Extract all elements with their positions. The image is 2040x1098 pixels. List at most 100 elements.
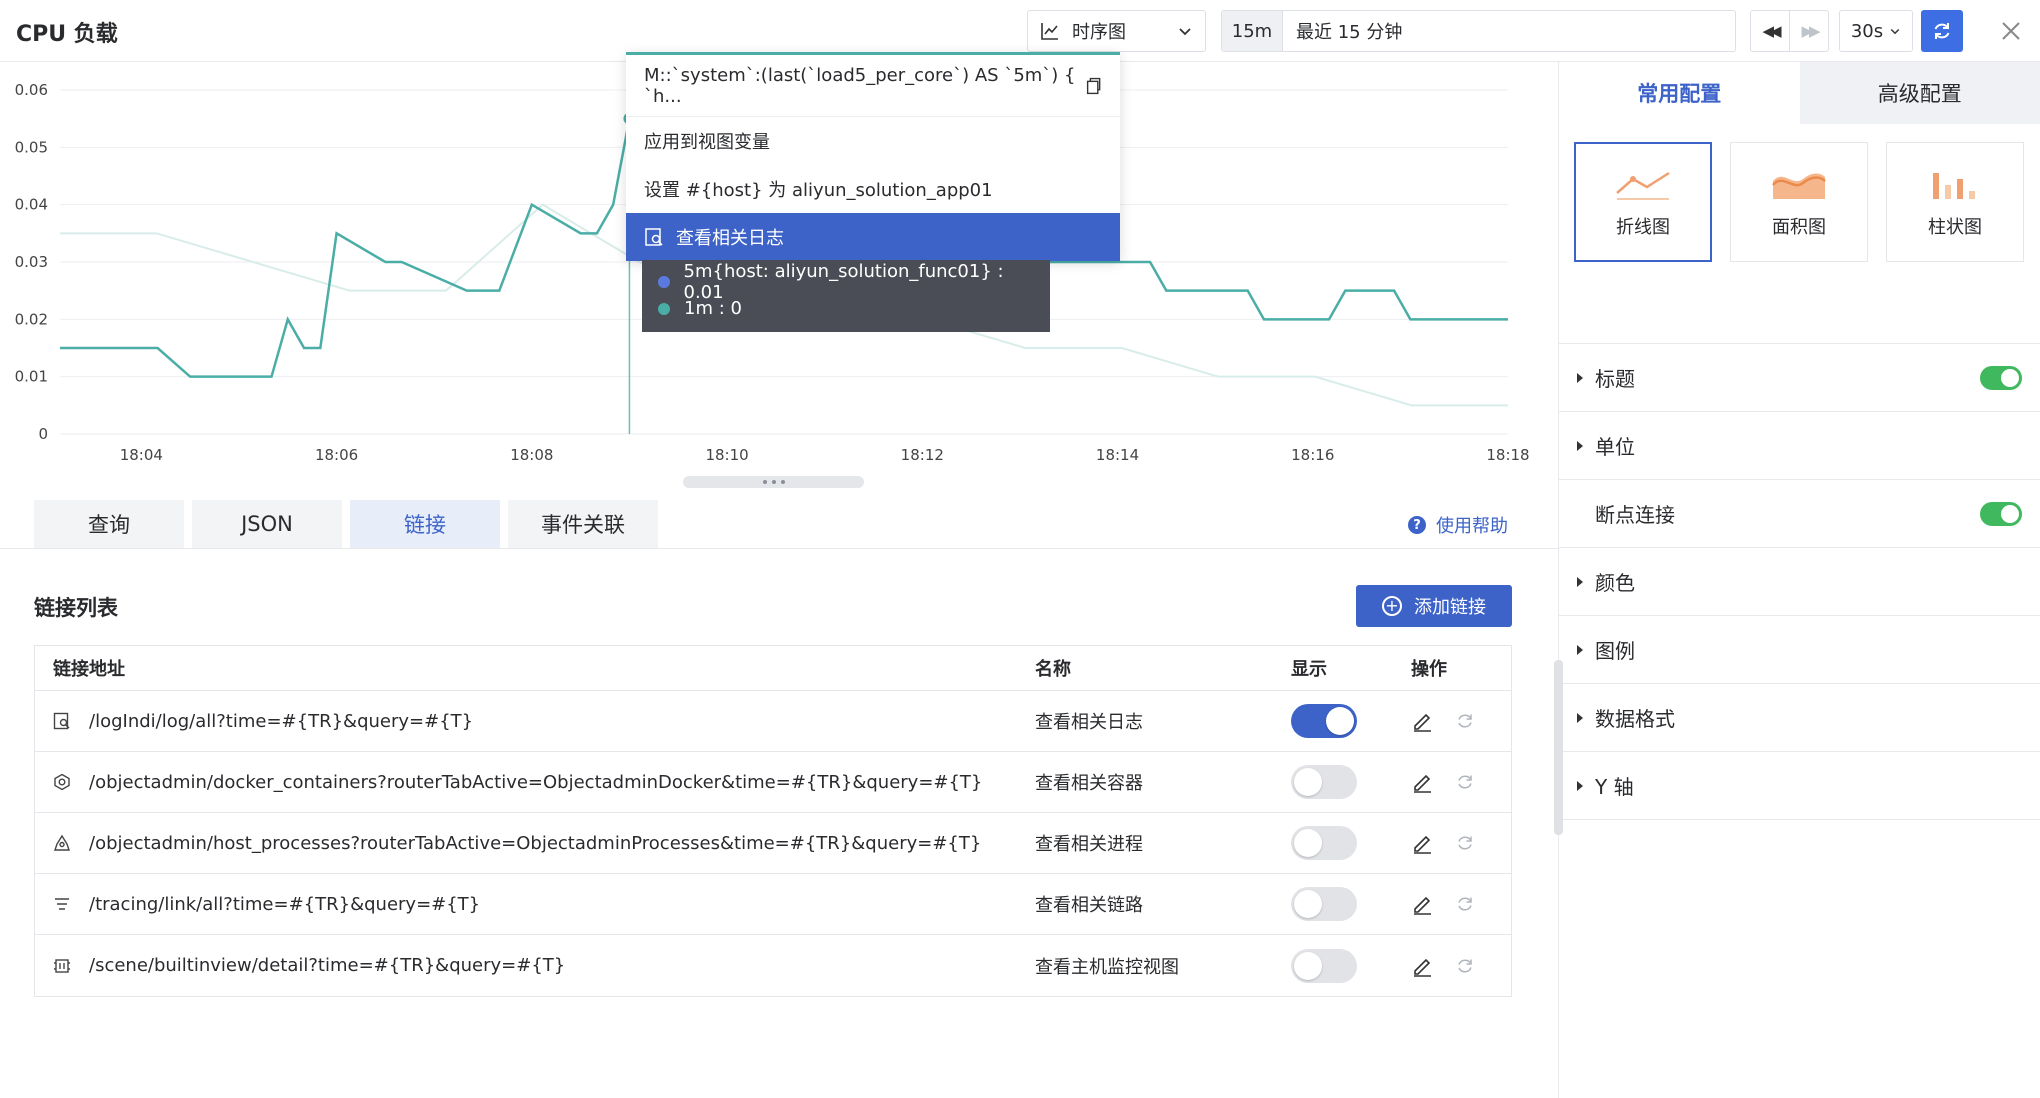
link-url: /scene/builtinview/detail?time=#{TR}&que… [89, 955, 566, 976]
menu-item-apply-variable[interactable]: 应用到视图变量 [626, 117, 1120, 165]
log-search-icon [53, 712, 70, 730]
show-toggle[interactable] [1291, 704, 1357, 738]
tab-links[interactable]: 链接 [350, 500, 500, 548]
show-toggle[interactable] [1291, 948, 1357, 983]
context-menu-query[interactable]: M::`system`:(last(`load5_per_core`) AS `… [626, 55, 1120, 117]
edit-icon[interactable] [1411, 710, 1433, 732]
link-table: 链接地址 名称 显示 操作 /logIndi/log/all?time=#{TR… [34, 645, 1512, 997]
series-color-dot [658, 275, 670, 288]
link-url: /objectadmin/host_processes?routerTabAct… [89, 832, 982, 854]
trace-icon [55, 898, 69, 910]
caret-right-icon [1577, 644, 1583, 655]
show-toggle[interactable] [1291, 887, 1357, 921]
link-url: /logIndi/log/all?time=#{TR}&query=#{T} [89, 710, 474, 732]
chevron-down-icon [1179, 28, 1191, 36]
column-header-name: 名称 [1035, 659, 1071, 680]
config-item-data-format[interactable]: 数据格式 [1559, 684, 2040, 752]
add-link-label: 添加链接 [1414, 597, 1486, 618]
time-nav: ◀◀ ▶▶ [1750, 10, 1829, 52]
menu-item-set-host[interactable]: 设置 #{host} 为 aliyun_solution_app01 [626, 165, 1120, 213]
y-tick-label: 0.03 [15, 253, 48, 271]
time-back-button[interactable]: ◀◀ [1751, 11, 1790, 51]
config-item-label: 数据格式 [1595, 707, 1675, 731]
chart-tooltip: 5m{host: aliyun_solution_func01} : 0.01 … [642, 260, 1050, 332]
help-link-label: 使用帮助 [1436, 516, 1508, 537]
config-item-label: 颜色 [1595, 571, 1635, 595]
x-tick-label: 18:18 [1486, 446, 1529, 464]
help-link[interactable]: ? 使用帮助 [1408, 512, 1508, 538]
link-url: /objectadmin/docker_containers?routerTab… [89, 771, 983, 793]
tab-advanced-config[interactable]: 高级配置 [1799, 62, 2040, 124]
tab-query[interactable]: 查询 [34, 500, 184, 548]
title-switch[interactable] [1980, 365, 2022, 390]
scrollbar[interactable] [1554, 660, 1563, 835]
connect-nulls-switch[interactable] [1980, 501, 2022, 526]
chart-type-line[interactable]: 折线图 [1574, 142, 1712, 262]
divider [0, 548, 1558, 549]
config-item-legend[interactable]: 图例 [1559, 616, 2040, 684]
container-icon [54, 773, 70, 791]
page-title: CPU 负载 [16, 22, 118, 47]
time-forward-button[interactable]: ▶▶ [1790, 11, 1828, 51]
reset-icon[interactable] [1455, 711, 1475, 731]
caret-right-icon [1577, 576, 1583, 587]
copy-icon[interactable] [1083, 76, 1102, 96]
y-tick-label: 0.04 [15, 196, 48, 214]
config-item-title[interactable]: 标题 [1559, 344, 2040, 412]
help-icon: ? [1408, 516, 1426, 534]
chart-type-bar[interactable]: 柱状图 [1886, 142, 2024, 262]
caret-right-icon [1577, 712, 1583, 723]
refresh-button[interactable] [1921, 10, 1963, 52]
refresh-interval-select[interactable]: 30s [1839, 10, 1913, 52]
chevron-down-icon [1890, 28, 1900, 35]
reset-icon[interactable] [1455, 772, 1475, 792]
caret-right-icon [1577, 440, 1583, 451]
menu-item-view-logs-label: 查看相关日志 [676, 228, 784, 249]
y-tick-label: 0.05 [15, 138, 48, 156]
tooltip-line-1: 5m{host: aliyun_solution_func01} : 0.01 [683, 260, 1004, 303]
column-header-op: 操作 [1411, 659, 1447, 680]
config-item-y-axis[interactable]: Y 轴 [1559, 752, 2040, 820]
config-item-color[interactable]: 颜色 [1559, 548, 2040, 616]
y-tick-label: 0.01 [15, 368, 48, 386]
config-item-label: 标题 [1595, 367, 1635, 391]
link-name: 查看相关链路 [1035, 895, 1143, 916]
menu-item-view-logs[interactable]: 查看相关日志 [626, 213, 1120, 261]
config-item-label: Y 轴 [1595, 775, 1634, 799]
reset-icon[interactable] [1455, 894, 1475, 914]
config-item-unit[interactable]: 单位 [1559, 412, 2040, 480]
chart-type-label: 折线图 [1616, 217, 1670, 238]
log-search-icon [645, 228, 663, 246]
add-link-button[interactable]: + 添加链接 [1356, 585, 1512, 627]
time-range-picker[interactable]: 15m 最近 15 分钟 [1221, 10, 1736, 52]
show-toggle[interactable] [1291, 826, 1357, 860]
tab-json[interactable]: JSON [192, 500, 342, 548]
link-name: 查看相关日志 [1035, 712, 1143, 733]
close-icon[interactable] [1998, 18, 2024, 44]
edit-icon[interactable] [1411, 832, 1433, 854]
edit-icon[interactable] [1411, 893, 1433, 915]
chart-type-label: 面积图 [1772, 217, 1826, 238]
config-item-label: 单位 [1595, 435, 1635, 459]
resize-handle[interactable] [683, 476, 864, 488]
y-tick-label: 0.06 [15, 81, 48, 99]
y-tick-label: 0 [38, 425, 48, 443]
process-icon [54, 834, 70, 851]
area-chart-icon [1772, 173, 1826, 199]
chart-type-label: 柱状图 [1928, 217, 1982, 238]
reset-icon[interactable] [1455, 833, 1475, 853]
link-name: 查看相关容器 [1035, 773, 1143, 794]
tab-common-config[interactable]: 常用配置 [1559, 62, 1800, 124]
edit-icon[interactable] [1411, 771, 1433, 793]
reset-icon[interactable] [1455, 956, 1475, 976]
x-tick-label: 18:06 [315, 446, 358, 464]
chart-type-area[interactable]: 面积图 [1730, 142, 1868, 262]
table-row: /objectadmin/docker_containers?routerTab… [35, 752, 1511, 813]
query-text: M::`system`:(last(`load5_per_core`) AS `… [644, 64, 1076, 107]
show-toggle[interactable] [1291, 765, 1357, 799]
tab-event-correlation[interactable]: 事件关联 [508, 500, 658, 548]
visualization-type-select[interactable]: 时序图 [1027, 10, 1206, 52]
table-row: /tracing/link/all?time=#{TR}&query=#{T} … [35, 874, 1511, 935]
edit-icon[interactable] [1411, 955, 1433, 977]
x-tick-label: 18:12 [901, 446, 944, 464]
